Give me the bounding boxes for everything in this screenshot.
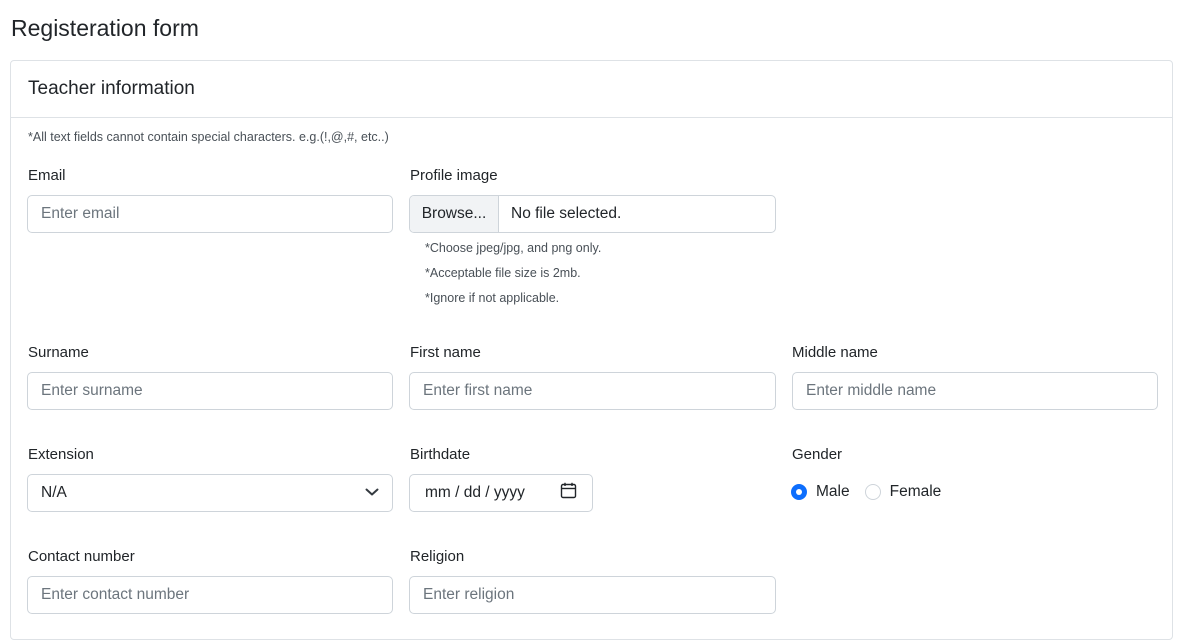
- page-title: Registeration form: [11, 15, 199, 41]
- browse-button[interactable]: Browse...: [410, 196, 499, 232]
- male-radio[interactable]: [791, 484, 807, 500]
- file-size-hint: *Acceptable file size is 2mb.: [425, 266, 581, 280]
- special-characters-note: *All text fields cannot contain special …: [28, 130, 389, 144]
- gender-label: Gender: [792, 446, 843, 463]
- birthdate-field[interactable]: mm / dd / yyyy: [409, 474, 593, 512]
- ignore-hint: *Ignore if not applicable.: [425, 291, 560, 305]
- gender-radio-group: Male Female: [791, 483, 941, 501]
- surname-label: Surname: [28, 344, 89, 361]
- first-name-label: First name: [410, 344, 481, 361]
- religion-label: Religion: [410, 548, 465, 565]
- extension-select[interactable]: N/A: [27, 474, 393, 512]
- contact-number-field[interactable]: [27, 576, 393, 614]
- chevron-down-icon: [365, 484, 379, 502]
- email-label: Email: [28, 167, 66, 184]
- middle-name-field[interactable]: [792, 372, 1158, 410]
- card-title: Teacher information: [28, 78, 195, 99]
- female-label: Female: [889, 483, 942, 500]
- email-field[interactable]: [27, 195, 393, 233]
- contact-number-label: Contact number: [28, 548, 135, 565]
- extension-label: Extension: [28, 446, 94, 463]
- middle-name-label: Middle name: [792, 344, 878, 361]
- extension-value: N/A: [41, 484, 67, 501]
- male-label: Male: [816, 483, 850, 500]
- profile-image-file-input[interactable]: Browse... No file selected.: [409, 195, 776, 233]
- female-radio[interactable]: [864, 484, 881, 500]
- file-status: No file selected.: [511, 205, 622, 222]
- religion-field[interactable]: [409, 576, 776, 614]
- gender-option-female[interactable]: Female: [864, 483, 942, 501]
- file-type-hint: *Choose jpeg/jpg, and png only.: [425, 241, 602, 255]
- gender-option-male[interactable]: Male: [791, 483, 850, 501]
- surname-field[interactable]: [27, 372, 393, 410]
- birthdate-label: Birthdate: [410, 446, 471, 463]
- birthdate-placeholder: mm / dd / yyyy: [425, 484, 525, 501]
- teacher-information-card: Teacher information *All text fields can…: [10, 60, 1173, 640]
- card-header: Teacher information: [11, 61, 1172, 118]
- first-name-field[interactable]: [409, 372, 776, 410]
- calendar-icon[interactable]: [560, 482, 577, 504]
- profile-image-label: Profile image: [410, 167, 498, 184]
